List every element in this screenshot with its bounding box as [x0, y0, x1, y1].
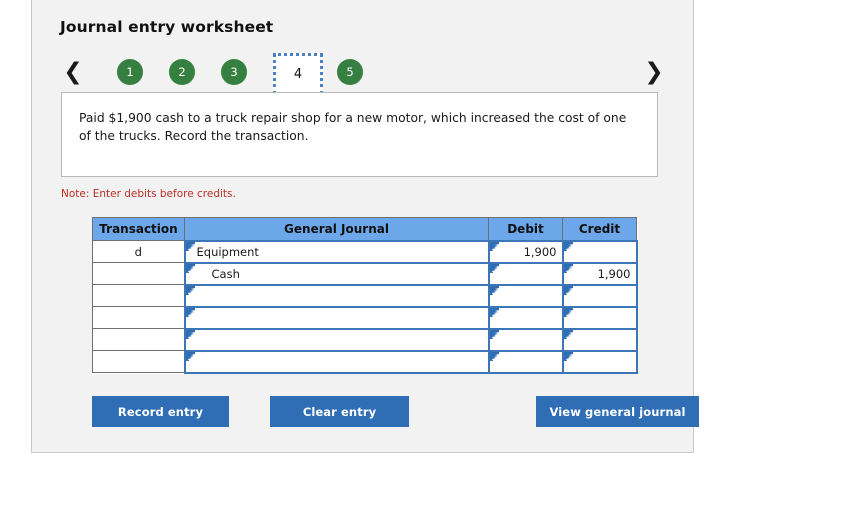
credit-input-cell[interactable]: 1,900 [561, 261, 638, 286]
transaction-cell [92, 306, 185, 329]
record-entry-button[interactable]: Record entry [92, 396, 229, 427]
dropdown-marker-icon [185, 307, 195, 317]
dropdown-marker-icon [563, 329, 573, 339]
screen: Journal entry worksheet ❮ 1 2 3 4 5 ❯ Paid $… [0, 0, 850, 516]
next-page-arrow-icon[interactable]: ❯ [641, 53, 667, 91]
pager-step-1[interactable]: 1 [117, 59, 143, 85]
transaction-cell [92, 262, 185, 285]
journal-entry-table: Transaction General Journal Debit Credit… [92, 217, 638, 374]
table-row [92, 327, 638, 352]
pager-step-5[interactable]: 5 [337, 59, 363, 85]
journal-table-body: d Equipment 1,900 Cash 1,900 [92, 239, 638, 374]
table-row [92, 283, 638, 308]
dropdown-marker-icon [489, 285, 499, 295]
credit-input-cell[interactable] [561, 305, 638, 330]
credit-value: 1,900 [597, 266, 631, 281]
account-value: Equipment [196, 244, 259, 259]
column-header-credit: Credit [562, 217, 637, 241]
pager-step-4[interactable]: 4 [273, 53, 323, 95]
column-header-general-journal: General Journal [184, 217, 489, 241]
dropdown-marker-icon [185, 329, 195, 339]
account-select-cell[interactable] [183, 305, 490, 330]
worksheet-pager: ❮ 1 2 3 4 5 ❯ [60, 53, 667, 95]
table-row: Cash 1,900 [92, 261, 638, 286]
pager-step-label: 5 [346, 65, 354, 79]
dropdown-marker-icon [563, 241, 573, 251]
transaction-cell: d [92, 240, 185, 263]
table-row [92, 305, 638, 330]
transaction-description-box: Paid $1,900 cash to a truck repair shop … [61, 92, 658, 177]
credit-input-cell[interactable] [561, 349, 638, 374]
dropdown-marker-icon [563, 351, 573, 361]
transaction-cell [92, 284, 185, 307]
debit-input-cell[interactable] [487, 283, 564, 308]
dropdown-marker-icon [489, 351, 499, 361]
transaction-cell [92, 350, 185, 373]
account-select-cell[interactable] [183, 349, 490, 374]
debit-input-cell[interactable] [487, 349, 564, 374]
transaction-description-text: Paid $1,900 cash to a truck repair shop … [79, 111, 627, 143]
view-general-journal-button[interactable]: View general journal [536, 396, 699, 427]
credit-input-cell[interactable] [561, 239, 638, 264]
dropdown-marker-icon [563, 307, 573, 317]
pager-step-label: 4 [293, 66, 303, 82]
pager-step-label: 2 [178, 65, 186, 79]
account-select-cell[interactable]: Cash [183, 261, 490, 286]
account-select-cell[interactable]: Equipment [183, 239, 490, 264]
column-header-debit: Debit [488, 217, 563, 241]
pager-step-label: 3 [230, 65, 238, 79]
transaction-label: d [134, 244, 142, 259]
journal-entry-panel: Journal entry worksheet ❮ 1 2 3 4 5 ❯ Paid $… [31, 0, 699, 453]
dropdown-marker-icon [489, 263, 499, 273]
account-select-cell[interactable] [183, 283, 490, 308]
table-row [92, 349, 638, 374]
table-row: d Equipment 1,900 [92, 239, 638, 264]
transaction-cell [92, 328, 185, 351]
dropdown-marker-icon [489, 329, 499, 339]
debit-input-cell[interactable] [487, 305, 564, 330]
debits-before-credits-note: Note: Enter debits before credits. [61, 188, 236, 200]
dropdown-marker-icon [489, 307, 499, 317]
dropdown-marker-icon [563, 285, 573, 295]
dropdown-marker-icon [185, 285, 195, 295]
clear-entry-button[interactable]: Clear entry [270, 396, 409, 427]
credit-input-cell[interactable] [561, 327, 638, 352]
pager-step-2[interactable]: 2 [169, 59, 195, 85]
page-title: Journal entry worksheet [60, 18, 274, 36]
prev-page-arrow-icon[interactable]: ❮ [60, 53, 86, 91]
pager-step-3[interactable]: 3 [221, 59, 247, 85]
account-value: Cash [211, 266, 240, 281]
debit-input-cell[interactable]: 1,900 [487, 239, 564, 264]
credit-input-cell[interactable] [561, 283, 638, 308]
account-select-cell[interactable] [183, 327, 490, 352]
table-header-row: Transaction General Journal Debit Credit [92, 217, 637, 241]
dropdown-marker-icon [185, 351, 195, 361]
debit-input-cell[interactable] [487, 327, 564, 352]
debit-input-cell[interactable] [487, 261, 564, 286]
pager-step-label: 1 [126, 65, 134, 79]
column-header-transaction: Transaction [92, 217, 185, 241]
debit-value: 1,900 [523, 244, 557, 259]
